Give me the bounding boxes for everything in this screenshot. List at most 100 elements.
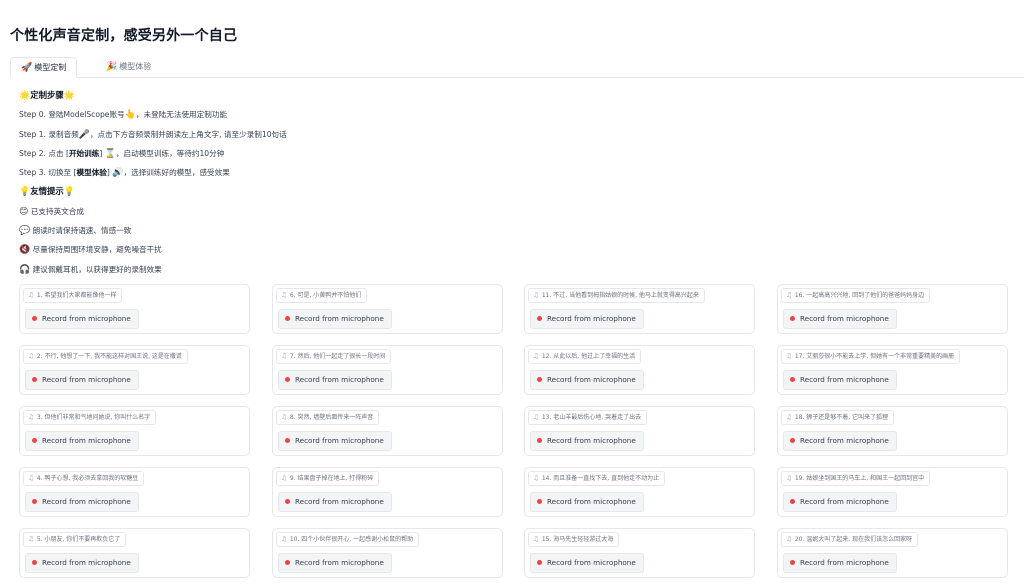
recording-card: ♫ 11. 不过, 当他看到拇指姑娘的时候, 他马上就变得高兴起来 Record f… xyxy=(524,284,755,334)
record-dot-icon xyxy=(537,376,542,382)
step-2: Step 2. 点击 [开始训练] ⌛，启动模型训练，等待约10分钟 xyxy=(19,148,225,159)
step-1: Step 1. 录制音频🎤，点击下方音频录制并朗读左上角文字, 请至少录制10句… xyxy=(19,129,287,140)
record-button-label: Record from microphone xyxy=(547,436,636,445)
record-dot-icon xyxy=(537,498,542,504)
lightbulb-icon: 💡 xyxy=(19,187,31,198)
record-button-label: Record from microphone xyxy=(42,314,131,323)
headphones-icon: 🎧 xyxy=(19,264,31,275)
record-from-microphone-button[interactable]: Record from microphone xyxy=(25,309,139,329)
lightbulb-icon: 💡 xyxy=(63,187,75,198)
record-from-microphone-button[interactable]: Record from microphone xyxy=(783,309,897,329)
sentence-text: 6. 可是, 小黄鸭并不怕他们 xyxy=(289,292,362,299)
recording-card: ♫ 9. 结果盘子掉在地上, 打得粉碎 Record from microphone xyxy=(272,467,503,517)
sentence-label: ♫ 4. 鸭子心想, 我必须去拿回我的软糖豆 xyxy=(23,471,145,486)
record-dot-icon xyxy=(790,498,795,504)
record-from-microphone-button[interactable]: Record from microphone xyxy=(530,370,644,390)
sentence-label: ♫ 3. 但他们非常和气地问她说, 你叫什么名字 xyxy=(23,410,157,425)
smile-icon: 😊 xyxy=(19,206,29,217)
music-note-icon: ♫ xyxy=(28,352,34,360)
sentence-text: 2. 不行, 他想了一下, 我不能这样对国王说, 这是在撒谎 xyxy=(36,353,182,360)
recording-card: ♫ 1. 希望我们大家都能像他一样 Record from microphone xyxy=(19,284,250,334)
record-dot-icon xyxy=(32,498,37,504)
record-from-microphone-button[interactable]: Record from microphone xyxy=(278,370,392,390)
record-from-microphone-button[interactable]: Record from microphone xyxy=(530,309,644,329)
music-note-icon: ♫ xyxy=(281,352,287,360)
music-note-icon: ♫ xyxy=(533,352,539,360)
record-from-microphone-button[interactable]: Record from microphone xyxy=(783,492,897,512)
record-button-label: Record from microphone xyxy=(42,436,131,445)
record-from-microphone-button[interactable]: Record from microphone xyxy=(530,553,644,573)
recording-card: ♫ 16. 一起高高兴兴地, 回到了他们的爸爸妈妈身边 Record from mi… xyxy=(777,284,1008,334)
sentence-label: ♫ 9. 结果盘子掉在地上, 打得粉碎 xyxy=(276,471,380,486)
record-from-microphone-button[interactable]: Record from microphone xyxy=(783,370,897,390)
tip-4: 🎧 建议佩戴耳机，以获得更好的录制效果 xyxy=(19,264,162,275)
recording-card: ♫ 12. 从此以后, 他过上了幸福的生活 Record from micropho… xyxy=(524,345,755,395)
sentence-text: 4. 鸭子心想, 我必须去拿回我的软糖豆 xyxy=(36,475,139,482)
sentence-label: ♫ 15. 海马先生轻轻游过大海 xyxy=(528,532,620,547)
sentence-text: 8. 突然, 墙壁后面传来一阵声音 xyxy=(289,414,374,421)
music-note-icon: ♫ xyxy=(281,535,287,543)
music-note-icon: ♫ xyxy=(786,413,792,421)
music-note-icon: ♫ xyxy=(533,474,539,482)
sentence-text: 17. 艾丽莎很小不能去上学, 但她有一个非常重要精美的画册 xyxy=(794,353,955,360)
sentence-text: 18. 狮子还是够不着, 它叫来了狐狸 xyxy=(794,414,889,421)
tab-label: 模型定制 xyxy=(34,63,67,72)
tips-heading: 💡友情提示💡 xyxy=(19,186,75,198)
record-from-microphone-button[interactable]: Record from microphone xyxy=(783,553,897,573)
record-from-microphone-button[interactable]: Record from microphone xyxy=(278,492,392,512)
record-from-microphone-button[interactable]: Record from microphone xyxy=(530,431,644,451)
music-note-icon: ♫ xyxy=(786,535,792,543)
sentence-text: 19. 姑娘坐到国王的马车上, 和国王一起回到宫中 xyxy=(794,475,925,482)
tab-model-customization[interactable]: 🚀 模型定制 xyxy=(10,57,78,78)
record-dot-icon xyxy=(790,437,795,443)
record-button-label: Record from microphone xyxy=(295,436,384,445)
record-dot-icon xyxy=(285,315,290,321)
sentence-label: ♫ 10. 四个小伙伴很开心, 一起感谢小松鼠的帮助 xyxy=(276,532,420,547)
record-dot-icon xyxy=(790,376,795,382)
record-button-label: Record from microphone xyxy=(800,497,889,506)
record-from-microphone-button[interactable]: Record from microphone xyxy=(25,553,139,573)
sentence-text: 3. 但他们非常和气地问她说, 你叫什么名字 xyxy=(36,414,151,421)
music-note-icon: ♫ xyxy=(533,535,539,543)
tab-model-experience[interactable]: 🎉 模型体验 xyxy=(96,57,161,76)
record-from-microphone-button[interactable]: Record from microphone xyxy=(278,553,392,573)
record-dot-icon xyxy=(285,559,290,565)
sentence-label: ♫ 20. 温妮大叫了起来, 现在我们该怎么回家呀 xyxy=(781,532,919,547)
record-from-microphone-button[interactable]: Record from microphone xyxy=(530,492,644,512)
record-button-label: Record from microphone xyxy=(547,497,636,506)
record-button-label: Record from microphone xyxy=(547,558,636,567)
record-button-label: Record from microphone xyxy=(295,375,384,384)
music-note-icon: ♫ xyxy=(28,413,34,421)
step-3: Step 3. 切换至 [模型体验] 🔊，选择训练好的模型，感受效果 xyxy=(19,168,230,179)
record-dot-icon xyxy=(537,437,542,443)
record-dot-icon xyxy=(285,437,290,443)
music-note-icon: ♫ xyxy=(786,352,792,360)
recording-card: ♫ 20. 温妮大叫了起来, 现在我们该怎么回家呀 Record from micr… xyxy=(777,528,1008,578)
sentence-label: ♫ 7. 然后, 他们一起走了很长一段时间 xyxy=(276,349,392,364)
record-button-label: Record from microphone xyxy=(42,497,131,506)
recording-card: ♫ 7. 然后, 他们一起走了很长一段时间 Record from micropho… xyxy=(272,345,503,395)
record-from-microphone-button[interactable]: Record from microphone xyxy=(25,370,139,390)
record-button-label: Record from microphone xyxy=(800,375,889,384)
tab-bar: 🚀 模型定制 🎉 模型体验 xyxy=(10,57,1024,78)
record-button-label: Record from microphone xyxy=(547,375,636,384)
music-note-icon: ♫ xyxy=(533,413,539,421)
record-from-microphone-button[interactable]: Record from microphone xyxy=(278,431,392,451)
sentence-text: 13. 老山羊最后伤心地, 哭着走了出去 xyxy=(541,414,642,421)
record-dot-icon xyxy=(537,315,542,321)
speech-bubble-icon: 💬 xyxy=(19,226,31,237)
record-from-microphone-button[interactable]: Record from microphone xyxy=(278,309,392,329)
record-from-microphone-button[interactable]: Record from microphone xyxy=(25,431,139,451)
sentence-label: ♫ 16. 一起高高兴兴地, 回到了他们的爸爸妈妈身边 xyxy=(781,288,931,303)
sentence-label: ♫ 13. 老山羊最后伤心地, 哭着走了出去 xyxy=(528,410,648,425)
record-from-microphone-button[interactable]: Record from microphone xyxy=(25,492,139,512)
sentence-text: 12. 从此以后, 他过上了幸福的生活 xyxy=(541,353,636,360)
record-from-microphone-button[interactable]: Record from microphone xyxy=(783,431,897,451)
record-button-label: Record from microphone xyxy=(800,314,889,323)
sentence-label: ♫ 1. 希望我们大家都能像他一样 xyxy=(23,288,123,303)
sentence-label: ♫ 19. 姑娘坐到国王的马车上, 和国王一起回到宫中 xyxy=(781,471,931,486)
record-dot-icon xyxy=(285,376,290,382)
rocket-icon: 🚀 xyxy=(21,63,33,73)
page-title: 个性化声音定制，感受另外一个自己 xyxy=(10,28,238,44)
step-0: Step 0. 登陆ModelScope账号👆，未登陆无法使用定制功能 xyxy=(19,110,228,121)
